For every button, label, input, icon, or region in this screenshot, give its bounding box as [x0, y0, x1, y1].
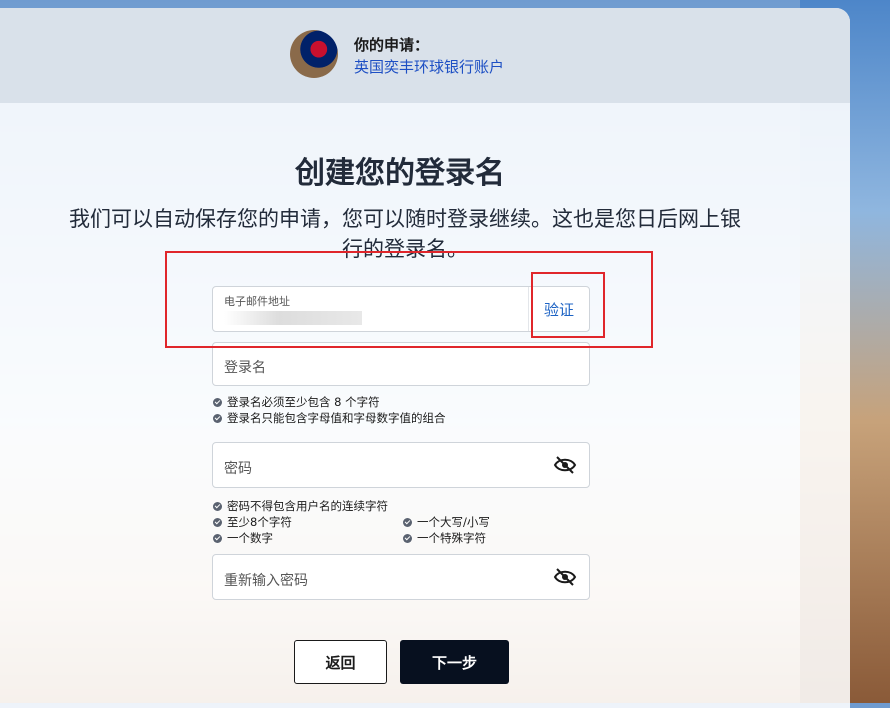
product-avatar	[290, 30, 338, 78]
application-card: 你的申请： 英国奕丰环球银行账户 创建您的登录名 我们可以自动保存您的申请，您可…	[0, 8, 850, 708]
eye-off-icon[interactable]	[553, 568, 577, 586]
rule-item: 登录名必须至少包含 8 个字符	[213, 394, 380, 410]
password-placeholder: 密码	[224, 461, 252, 477]
username-input[interactable]: 登录名	[212, 342, 590, 386]
application-header: 你的申请： 英国奕丰环球银行账户	[0, 8, 850, 103]
check-circle-icon	[213, 414, 222, 423]
rule-item: 密码不得包含用户名的连续字符	[213, 498, 388, 514]
rule-item: 一个大写/小写	[403, 514, 490, 530]
page-title: 创建您的登录名	[295, 156, 505, 191]
rule-item: 登录名只能包含字母值和字母数字值的组合	[213, 410, 446, 426]
password-rules: 密码不得包含用户名的连续字符 至少8个字符 一个大写/小写 一个数字 一个特殊字…	[213, 498, 513, 548]
rule-item: 一个特殊字符	[403, 530, 486, 546]
check-circle-icon	[213, 518, 222, 527]
rule-item: 至少8个字符	[213, 514, 292, 530]
eye-off-icon[interactable]	[553, 456, 577, 474]
username-placeholder: 登录名	[224, 360, 266, 376]
password-input[interactable]: 密码	[212, 442, 590, 488]
check-circle-icon	[403, 518, 412, 527]
check-circle-icon	[213, 534, 222, 543]
confirm-password-input[interactable]: 重新输入密码	[212, 554, 590, 600]
confirm-password-placeholder: 重新输入密码	[224, 573, 308, 589]
back-button[interactable]: 返回	[294, 640, 387, 684]
check-circle-icon	[213, 502, 222, 511]
check-circle-icon	[213, 398, 222, 407]
annotation-box-verify	[531, 272, 605, 338]
check-circle-icon	[403, 534, 412, 543]
application-label: 你的申请：	[354, 36, 430, 54]
application-product: 英国奕丰环球银行账户	[354, 58, 505, 76]
rule-item: 一个数字	[213, 530, 273, 546]
next-button[interactable]: 下一步	[400, 640, 509, 684]
